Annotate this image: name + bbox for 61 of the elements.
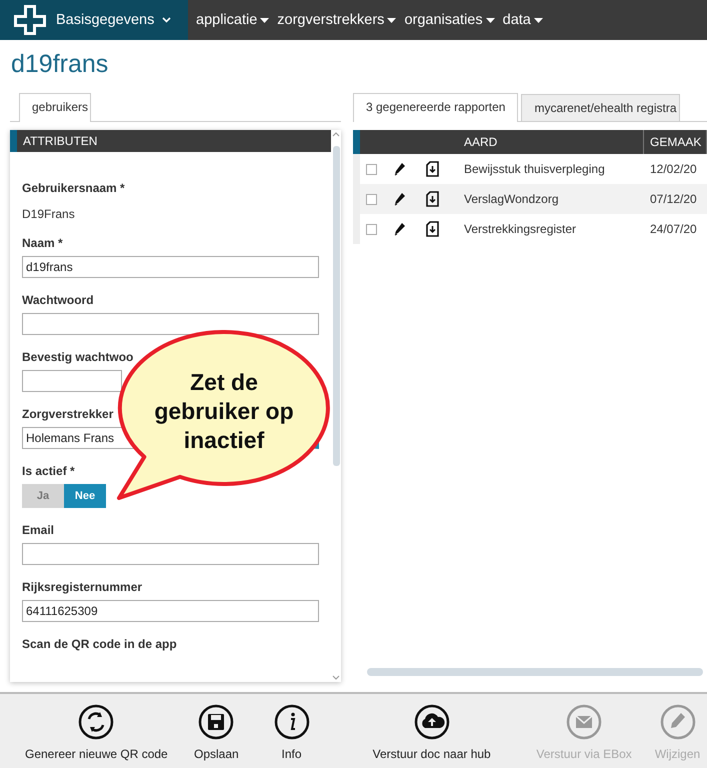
toolbar-button[interactable]: Genereer nieuwe QR code (24, 704, 168, 761)
table-row[interactable]: VerslagWondzorg 07/12/20 (353, 184, 707, 214)
toolbar-button[interactable]: Info (274, 704, 310, 761)
nav-menu[interactable]: data (494, 12, 537, 28)
input-field[interactable] (22, 543, 319, 565)
scrollbar[interactable] (331, 130, 341, 682)
nav-menu[interactable]: zorgverstrekkers (269, 12, 390, 28)
field-label: Gebruikersnaam * (22, 181, 125, 195)
cloud-upload-icon (414, 704, 450, 740)
table-cell-text: Verstrekkingsregister (463, 222, 578, 236)
row-checkbox[interactable] (366, 224, 377, 234)
file-download-icon[interactable] (426, 161, 439, 177)
page-title: d19frans (11, 50, 110, 80)
save-icon (198, 704, 234, 740)
input-field[interactable] (22, 370, 122, 392)
toolbar-button[interactable]: Verstuur doc naar hub (372, 704, 491, 761)
tab[interactable]: 3 gegenereerde rapporten (353, 93, 518, 122)
row-checkbox[interactable] (366, 194, 377, 204)
field-label: Wachtwoord (22, 293, 94, 307)
chevron-down-icon[interactable] (332, 675, 340, 680)
refresh-icon (78, 704, 114, 740)
mail-icon (566, 704, 602, 740)
field-label: Naam * (22, 236, 63, 250)
table-cell-text: 12/02/20 (649, 162, 698, 176)
caret-icon (260, 18, 270, 22)
row-checkbox[interactable] (366, 164, 377, 174)
table-cell-text: 24/07/20 (649, 222, 698, 236)
table-cell-text: Bewijsstuk thuisverpleging (463, 162, 606, 176)
file-download-icon[interactable] (426, 191, 439, 207)
cross-logo-icon (12, 3, 48, 37)
toolbar-button[interactable]: Opslaan (194, 704, 239, 761)
pencil-icon (660, 704, 696, 740)
callout-text: Zet de gebruiker op inactief (153, 368, 295, 455)
panel-header: ATTRIBUTEN (10, 130, 331, 152)
input-field[interactable]: 64111625309 (22, 600, 319, 622)
info-icon (274, 704, 310, 740)
input-field[interactable]: d19frans (22, 256, 319, 278)
tab[interactable]: mycarenet/ehealth registra (521, 94, 680, 121)
field-value: D19Frans (22, 207, 76, 221)
caret-icon (534, 18, 543, 22)
table-cell-text: 07/12/20 (649, 192, 698, 206)
pencil-icon[interactable] (394, 192, 406, 206)
field-label: Email (22, 523, 54, 537)
nav-menu[interactable]: applicatie (188, 12, 264, 28)
caret-icon (486, 18, 495, 22)
table-cell-text: VerslagWondzorg (463, 192, 560, 206)
pencil-icon[interactable] (394, 162, 406, 176)
tab[interactable]: gebruikers (19, 93, 92, 122)
nav-menu[interactable]: organisaties (396, 12, 489, 28)
field-label: Zorgverstrekker (22, 407, 114, 421)
chevron-down-icon (162, 17, 172, 23)
file-download-icon[interactable] (426, 221, 439, 237)
horizontal-scrollbar[interactable] (367, 668, 703, 676)
pencil-icon[interactable] (394, 222, 406, 236)
caret-icon (387, 18, 396, 22)
toggle-option[interactable]: Nee (64, 484, 106, 508)
field-label: Bevestig wachtwoo (22, 350, 134, 364)
field-label: Scan de QR code in de app (22, 637, 177, 651)
chevron-up-icon[interactable] (332, 132, 340, 137)
field-label: Rijksregisternummer (22, 580, 142, 594)
field-label: Is actief * (22, 464, 75, 478)
